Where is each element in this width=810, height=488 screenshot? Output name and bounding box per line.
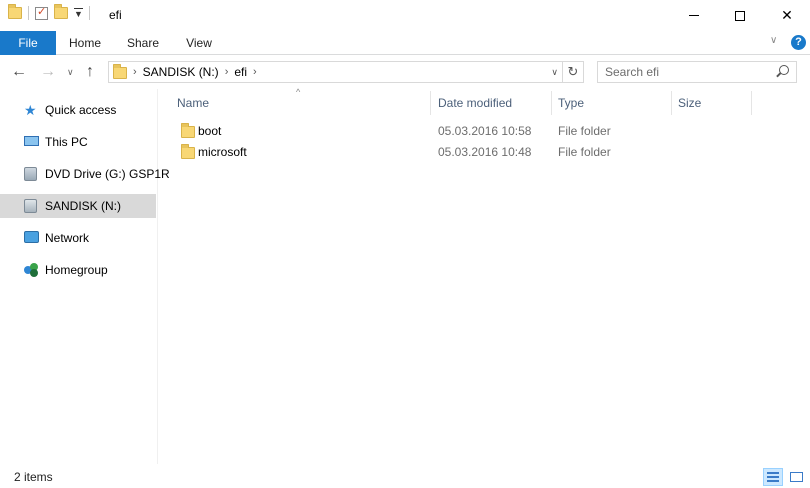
folder-icon [113,64,127,79]
network-icon [24,231,39,245]
recent-locations-chevron-icon[interactable]: ∨ [67,67,74,78]
help-icon[interactable]: ? [791,35,806,50]
sidebar-item-label: SANDISK (N:) [45,199,122,213]
back-arrow-icon[interactable]: ← [11,63,27,81]
file-list: ^ Name Date modified Type Size boot 05.0… [159,87,810,464]
sidebar-item-label: Network [45,231,90,245]
date-modified: 05.03.2016 10:58 [438,124,532,138]
tab-share[interactable]: Share [118,31,168,55]
chevron-right-icon[interactable]: › [133,66,137,78]
sidebar-item-quick-access[interactable]: ★ Quick access [0,98,156,122]
status-bar: 2 items [0,464,810,488]
sidebar-item-homegroup[interactable]: Homegroup [0,258,156,282]
sidebar-item-this-pc[interactable]: This PC [0,130,156,154]
table-row[interactable]: microsoft 05.03.2016 10:48 File folder [171,142,751,163]
chevron-right-icon[interactable]: › [225,66,229,78]
address-bar[interactable]: › SANDISK (N:) › efi › ∨ [108,61,563,83]
properties-check-icon[interactable] [35,5,48,20]
column-header-type[interactable]: Type [552,91,672,115]
sidebar-item-label: DVD Drive (G:) GSP1R [45,167,170,181]
refresh-button[interactable]: ↻ [563,61,584,83]
large-icons-view-icon [790,472,803,482]
large-icons-view-button[interactable] [786,468,806,486]
address-history-dropdown-icon[interactable]: ∨ [551,67,558,78]
chevron-right-icon[interactable]: › [253,66,257,78]
refresh-icon: ↻ [567,64,579,79]
window-title: efi [109,8,122,22]
navigation-pane: ★ Quick access This PC DVD Drive (G:) GS… [0,89,170,464]
breadcrumb-efi[interactable]: efi [234,65,247,79]
separator [28,6,29,20]
tab-file[interactable]: File [0,31,56,55]
sidebar-item-sandisk[interactable]: SANDISK (N:) [0,194,156,218]
details-view-button[interactable] [763,468,783,486]
folder-icon [8,4,22,19]
sidebar-item-label: Quick access [45,103,117,117]
minimize-button[interactable] [671,0,717,31]
star-icon: ★ [24,102,37,118]
table-row[interactable]: boot 05.03.2016 10:58 File folder [171,121,751,142]
dvd-drive-icon [24,167,39,181]
breadcrumb-sandisk[interactable]: SANDISK (N:) [143,65,219,79]
column-header-size[interactable]: Size [672,91,752,115]
new-folder-icon[interactable] [54,4,68,19]
sidebar-item-dvd-drive[interactable]: DVD Drive (G:) GSP1R [0,162,170,186]
customize-dropdown-icon[interactable]: ▼ [74,7,83,19]
navigation-bar: ← → ∨ ↑ › SANDISK (N:) › efi › ∨ ↻ [0,55,810,89]
up-arrow-icon[interactable]: ↑ [86,63,94,81]
search-icon[interactable] [779,65,789,75]
usb-drive-icon [24,199,39,213]
file-type: File folder [558,145,611,159]
file-name[interactable]: microsoft [198,145,247,159]
details-view-icon [767,472,779,482]
tab-view[interactable]: View [174,31,224,55]
close-icon: ✕ [781,7,793,23]
item-count: 2 items [14,470,53,484]
homegroup-icon [24,263,39,277]
forward-arrow-icon[interactable]: → [40,63,56,81]
sidebar-item-network[interactable]: Network [0,226,156,250]
maximize-button[interactable] [717,0,763,31]
expand-ribbon-icon[interactable]: ∨ [770,35,777,46]
file-type: File folder [558,124,611,138]
sidebar-item-label: This PC [45,135,88,149]
column-header-date-modified[interactable]: Date modified [432,91,552,115]
folder-icon [181,144,195,159]
search-box[interactable] [597,61,797,83]
date-modified: 05.03.2016 10:48 [438,145,532,159]
quick-access-toolbar: ▼ [8,4,90,20]
file-name[interactable]: boot [198,124,221,138]
separator [88,6,90,20]
tab-home[interactable]: Home [58,31,112,55]
computer-icon [24,135,39,149]
search-input[interactable] [598,62,768,82]
ribbon-tabs: File Home Share View ∨ ? [0,31,810,55]
folder-icon [181,123,195,138]
title-bar: ▼ efi ✕ [0,0,810,31]
close-button[interactable]: ✕ [764,0,810,31]
sidebar-item-label: Homegroup [45,263,108,277]
minimize-icon [689,15,699,16]
column-header-name[interactable]: Name [171,91,431,115]
maximize-icon [735,10,745,21]
